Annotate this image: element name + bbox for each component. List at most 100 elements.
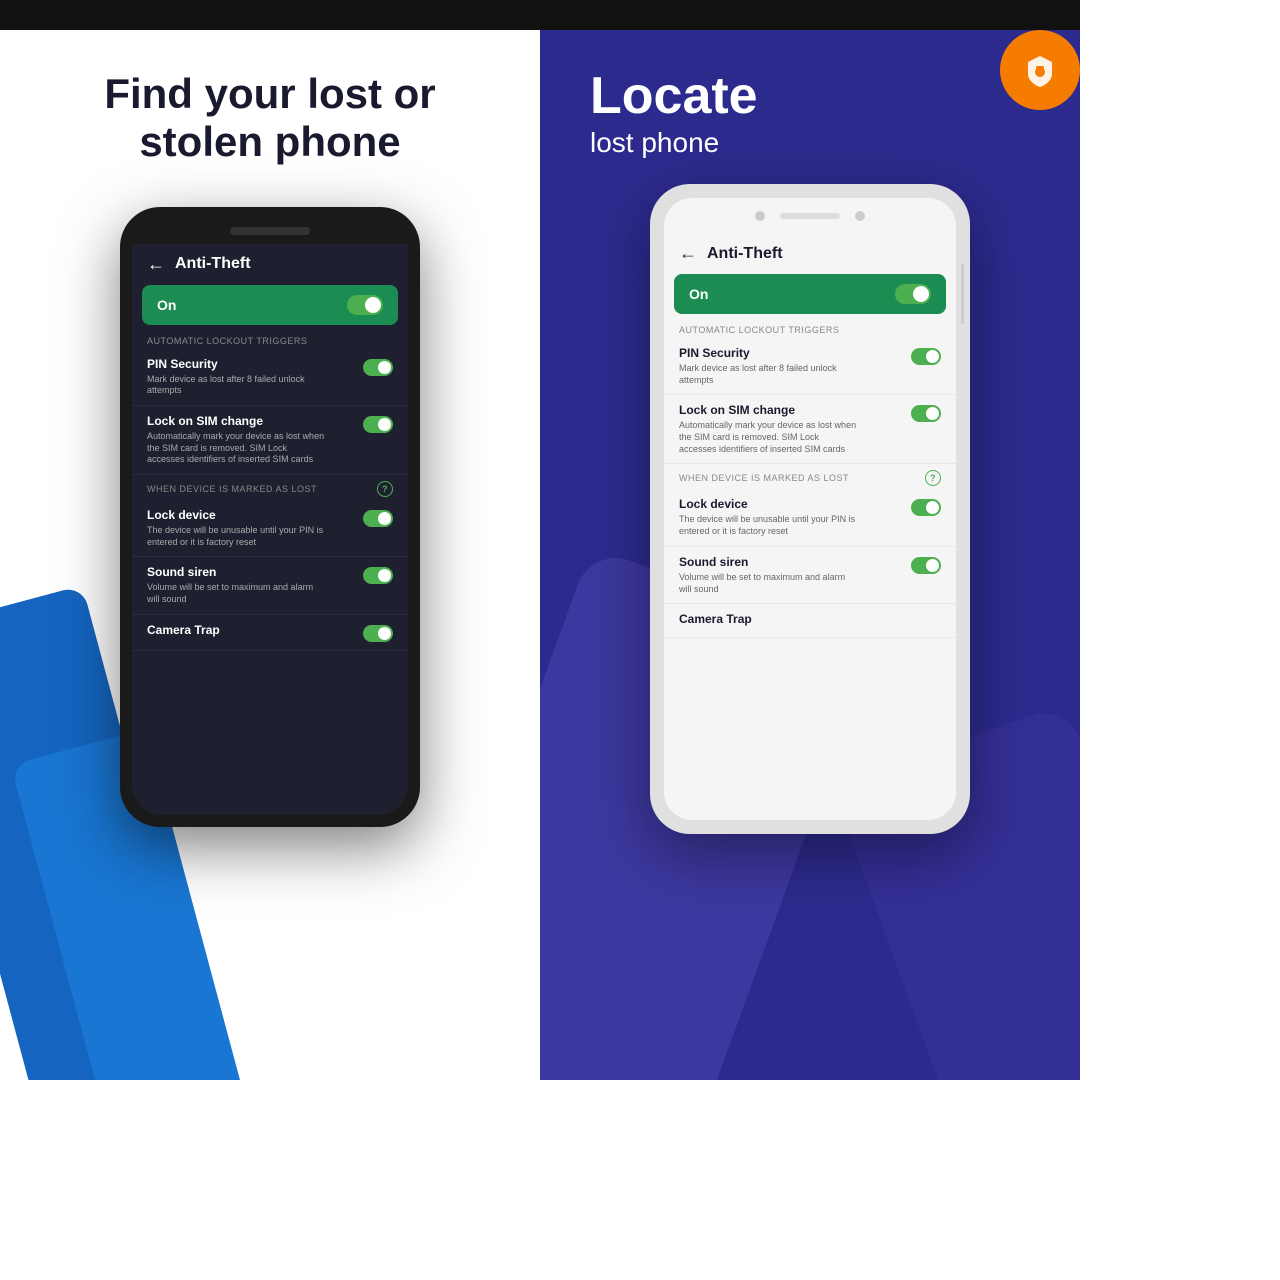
lock-device-knob-left: [378, 512, 391, 525]
toggle-knob-right: [913, 286, 929, 302]
sound-siren-knob-left: [378, 569, 391, 582]
sim-change-text-right: Lock on SIM change Automatically mark yo…: [679, 403, 859, 455]
right-panel: Locate lost phone ← Anti-Theft On: [540, 0, 1080, 1080]
sound-siren-text-right: Sound siren Volume will be set to maximu…: [679, 555, 859, 595]
sound-siren-knob-right: [926, 559, 939, 572]
pin-security-row-right: PIN Security Mark device as lost after 8…: [664, 338, 956, 395]
lock-device-desc-left: The device will be unusable until your P…: [147, 525, 327, 548]
lock-device-title-right: Lock device: [679, 497, 859, 511]
sound-siren-row-left: Sound siren Volume will be set to maximu…: [132, 557, 408, 614]
left-panel: Find your lost or stolen phone ← Anti-Th…: [0, 0, 540, 1080]
sim-change-desc-right: Automatically mark your device as lost w…: [679, 420, 859, 455]
sim-change-title-left: Lock on SIM change: [147, 414, 327, 428]
pin-security-title-left: PIN Security: [147, 357, 327, 371]
lock-device-toggle-right[interactable]: [911, 499, 941, 516]
speaker-bar-right: [780, 213, 840, 219]
pin-security-desc-left: Mark device as lost after 8 failed unloc…: [147, 374, 327, 397]
sim-toggle-knob-right: [926, 407, 939, 420]
sound-siren-title-right: Sound siren: [679, 555, 859, 569]
camera-trap-knob-left: [378, 627, 391, 640]
pin-security-toggle-left[interactable]: [363, 359, 393, 376]
right-title-sub: lost phone: [590, 127, 758, 159]
top-black-bar-right: [540, 0, 1080, 30]
top-black-bar-left: [0, 0, 540, 30]
camera-dot-2: [855, 211, 865, 221]
sim-change-toggle-left[interactable]: [363, 416, 393, 433]
lock-device-row-left: Lock device The device will be unusable …: [132, 500, 408, 557]
scrollbar-right[interactable]: [961, 264, 964, 324]
sim-change-text-left: Lock on SIM change Automatically mark yo…: [147, 414, 327, 466]
help-icon-right[interactable]: ?: [925, 470, 941, 486]
section2-label-left: WHEN DEVICE IS MARKED AS LOST: [147, 484, 317, 494]
sound-siren-desc-left: Volume will be set to maximum and alarm …: [147, 582, 327, 605]
pin-security-toggle-right[interactable]: [911, 348, 941, 365]
sound-siren-row-right: Sound siren Volume will be set to maximu…: [664, 547, 956, 604]
section2-row-left: WHEN DEVICE IS MARKED AS LOST ?: [132, 475, 408, 500]
sound-siren-text-left: Sound siren Volume will be set to maximu…: [147, 565, 327, 605]
phone-notch-left: [132, 219, 408, 244]
phone-mockup-left: ← Anti-Theft On AUTOMATIC LOCKOUT TRIGGE…: [120, 207, 420, 827]
sim-change-title-right: Lock on SIM change: [679, 403, 859, 417]
sound-siren-toggle-left[interactable]: [363, 567, 393, 584]
section1-label-right: AUTOMATIC LOCKOUT TRIGGERS: [664, 319, 956, 338]
section2-label-right: WHEN DEVICE IS MARKED AS LOST: [679, 473, 849, 483]
main-toggle-left[interactable]: [347, 295, 383, 315]
right-title-locate: Locate: [590, 70, 758, 122]
shield-bag-icon: [1022, 52, 1058, 88]
sound-siren-toggle-right[interactable]: [911, 557, 941, 574]
back-button-right[interactable]: ←: [679, 243, 697, 264]
on-label-right: On: [689, 286, 708, 302]
sim-change-toggle-right[interactable]: [911, 405, 941, 422]
back-button-left[interactable]: ←: [147, 254, 165, 275]
camera-trap-toggle-left[interactable]: [363, 625, 393, 642]
header-title-left: Anti-Theft: [175, 255, 251, 273]
lock-device-row-right: Lock device The device will be unusable …: [664, 489, 956, 546]
sound-siren-desc-right: Volume will be set to maximum and alarm …: [679, 572, 859, 595]
main-toggle-right[interactable]: [895, 284, 931, 304]
camera-trap-text-left: Camera Trap: [147, 623, 220, 640]
section2-row-right: WHEN DEVICE IS MARKED AS LOST ?: [664, 464, 956, 489]
lock-device-desc-right: The device will be unusable until your P…: [679, 514, 859, 537]
left-title: Find your lost or stolen phone: [0, 30, 540, 197]
header-title-right: Anti-Theft: [707, 245, 783, 263]
lock-device-knob-right: [926, 501, 939, 514]
pin-toggle-knob-left: [378, 361, 391, 374]
pin-security-desc-right: Mark device as lost after 8 failed unloc…: [679, 363, 859, 386]
right-title-section: Locate lost phone: [540, 30, 808, 179]
section1-label-left: AUTOMATIC LOCKOUT TRIGGERS: [132, 330, 408, 349]
app-content-left: ← Anti-Theft On AUTOMATIC LOCKOUT TRIGGE…: [132, 244, 408, 815]
sound-siren-title-left: Sound siren: [147, 565, 327, 579]
app-header-right: ← Anti-Theft: [664, 233, 956, 274]
on-bar-right: On: [674, 274, 946, 314]
lock-device-text-right: Lock device The device will be unusable …: [679, 497, 859, 537]
on-label-left: On: [157, 297, 176, 313]
camera-trap-row-left: Camera Trap: [132, 615, 408, 651]
app-header-left: ← Anti-Theft: [132, 244, 408, 285]
camera-trap-row-right: Camera Trap: [664, 604, 956, 638]
phone-inner-left: ← Anti-Theft On AUTOMATIC LOCKOUT TRIGGE…: [132, 219, 408, 815]
pin-security-text-left: PIN Security Mark device as lost after 8…: [147, 357, 327, 397]
phone-notch-bar: [230, 227, 310, 235]
sim-toggle-knob-left: [378, 418, 391, 431]
pin-toggle-knob-right: [926, 350, 939, 363]
lock-device-toggle-left[interactable]: [363, 510, 393, 527]
orange-badge: [1000, 30, 1080, 110]
pin-security-row-left: PIN Security Mark device as lost after 8…: [132, 349, 408, 406]
sim-change-desc-left: Automatically mark your device as lost w…: [147, 431, 327, 466]
sim-change-row-right: Lock on SIM change Automatically mark yo…: [664, 395, 956, 464]
phone-top-bar-right: [664, 198, 956, 233]
camera-trap-title-left: Camera Trap: [147, 623, 220, 637]
camera-trap-text-right: Camera Trap: [679, 612, 752, 629]
sim-change-row-left: Lock on SIM change Automatically mark yo…: [132, 406, 408, 475]
lock-device-text-left: Lock device The device will be unusable …: [147, 508, 327, 548]
help-icon-left[interactable]: ?: [377, 481, 393, 497]
phone-mockup-right: ← Anti-Theft On AUTOMATIC LOCKOUT TRIGGE…: [650, 184, 970, 834]
pin-security-text-right: PIN Security Mark device as lost after 8…: [679, 346, 859, 386]
phone-inner-right: ← Anti-Theft On AUTOMATIC LOCKOUT TRIGGE…: [664, 198, 956, 820]
camera-trap-title-right: Camera Trap: [679, 612, 752, 626]
pin-security-title-right: PIN Security: [679, 346, 859, 360]
app-content-right: ← Anti-Theft On AUTOMATIC LOCKOUT TRIGGE…: [664, 233, 956, 820]
toggle-knob-left: [365, 297, 381, 313]
camera-dot-1: [755, 211, 765, 221]
lock-device-title-left: Lock device: [147, 508, 327, 522]
